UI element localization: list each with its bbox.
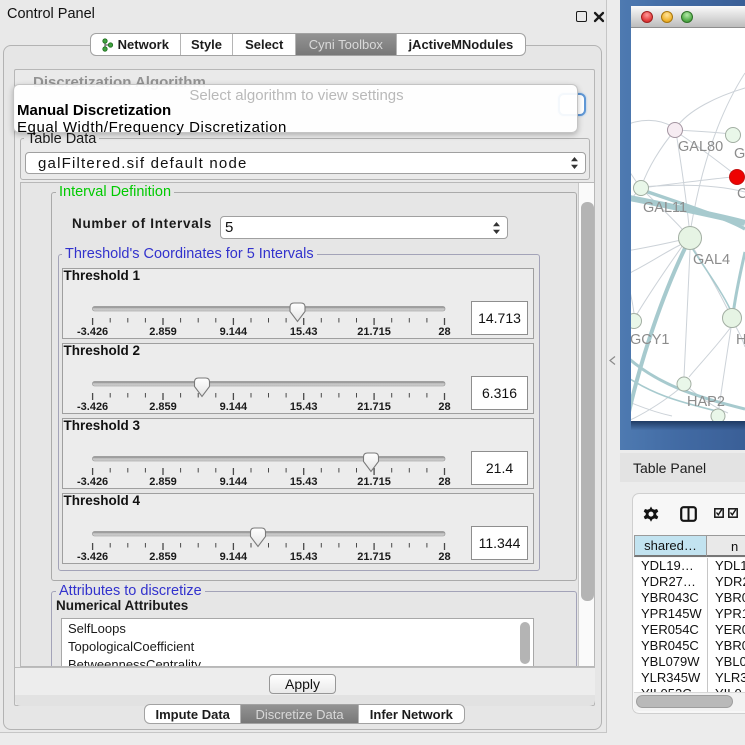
svg-text:-3.426: -3.426 (77, 476, 108, 488)
svg-text:2.859: 2.859 (149, 326, 177, 338)
svg-text:GCY1: GCY1 (631, 332, 670, 348)
svg-text:15.43: 15.43 (290, 551, 318, 563)
svg-text:21.715: 21.715 (357, 401, 391, 413)
svg-text:GAL80: GAL80 (678, 139, 723, 155)
svg-text:GAL11: GAL11 (643, 200, 687, 216)
svg-text:G.: G. (734, 146, 745, 162)
svg-text:28: 28 (438, 401, 450, 413)
svg-text:21.715: 21.715 (357, 551, 391, 563)
svg-text:28: 28 (438, 476, 450, 488)
svg-text:GAL4: GAL4 (693, 252, 730, 268)
svg-text:21.715: 21.715 (357, 476, 391, 488)
svg-text:28: 28 (438, 326, 450, 338)
svg-text:9.144: 9.144 (220, 401, 248, 413)
svg-text:C: C (737, 186, 745, 202)
svg-text:9.144: 9.144 (220, 551, 248, 563)
svg-text:9.144: 9.144 (220, 326, 248, 338)
svg-text:2.859: 2.859 (149, 401, 177, 413)
svg-text:HAP2: HAP2 (687, 394, 725, 410)
svg-text:-3.426: -3.426 (77, 551, 108, 563)
svg-text:-3.426: -3.426 (77, 401, 108, 413)
svg-text:15.43: 15.43 (290, 476, 318, 488)
svg-text:H: H (736, 332, 745, 348)
svg-text:-3.426: -3.426 (77, 326, 108, 338)
svg-text:21.715: 21.715 (357, 326, 391, 338)
svg-text:9.144: 9.144 (220, 476, 248, 488)
svg-text:15.43: 15.43 (290, 401, 318, 413)
svg-text:15.43: 15.43 (290, 326, 318, 338)
svg-text:28: 28 (438, 551, 450, 563)
svg-text:2.859: 2.859 (149, 551, 177, 563)
svg-text:2.859: 2.859 (149, 476, 177, 488)
